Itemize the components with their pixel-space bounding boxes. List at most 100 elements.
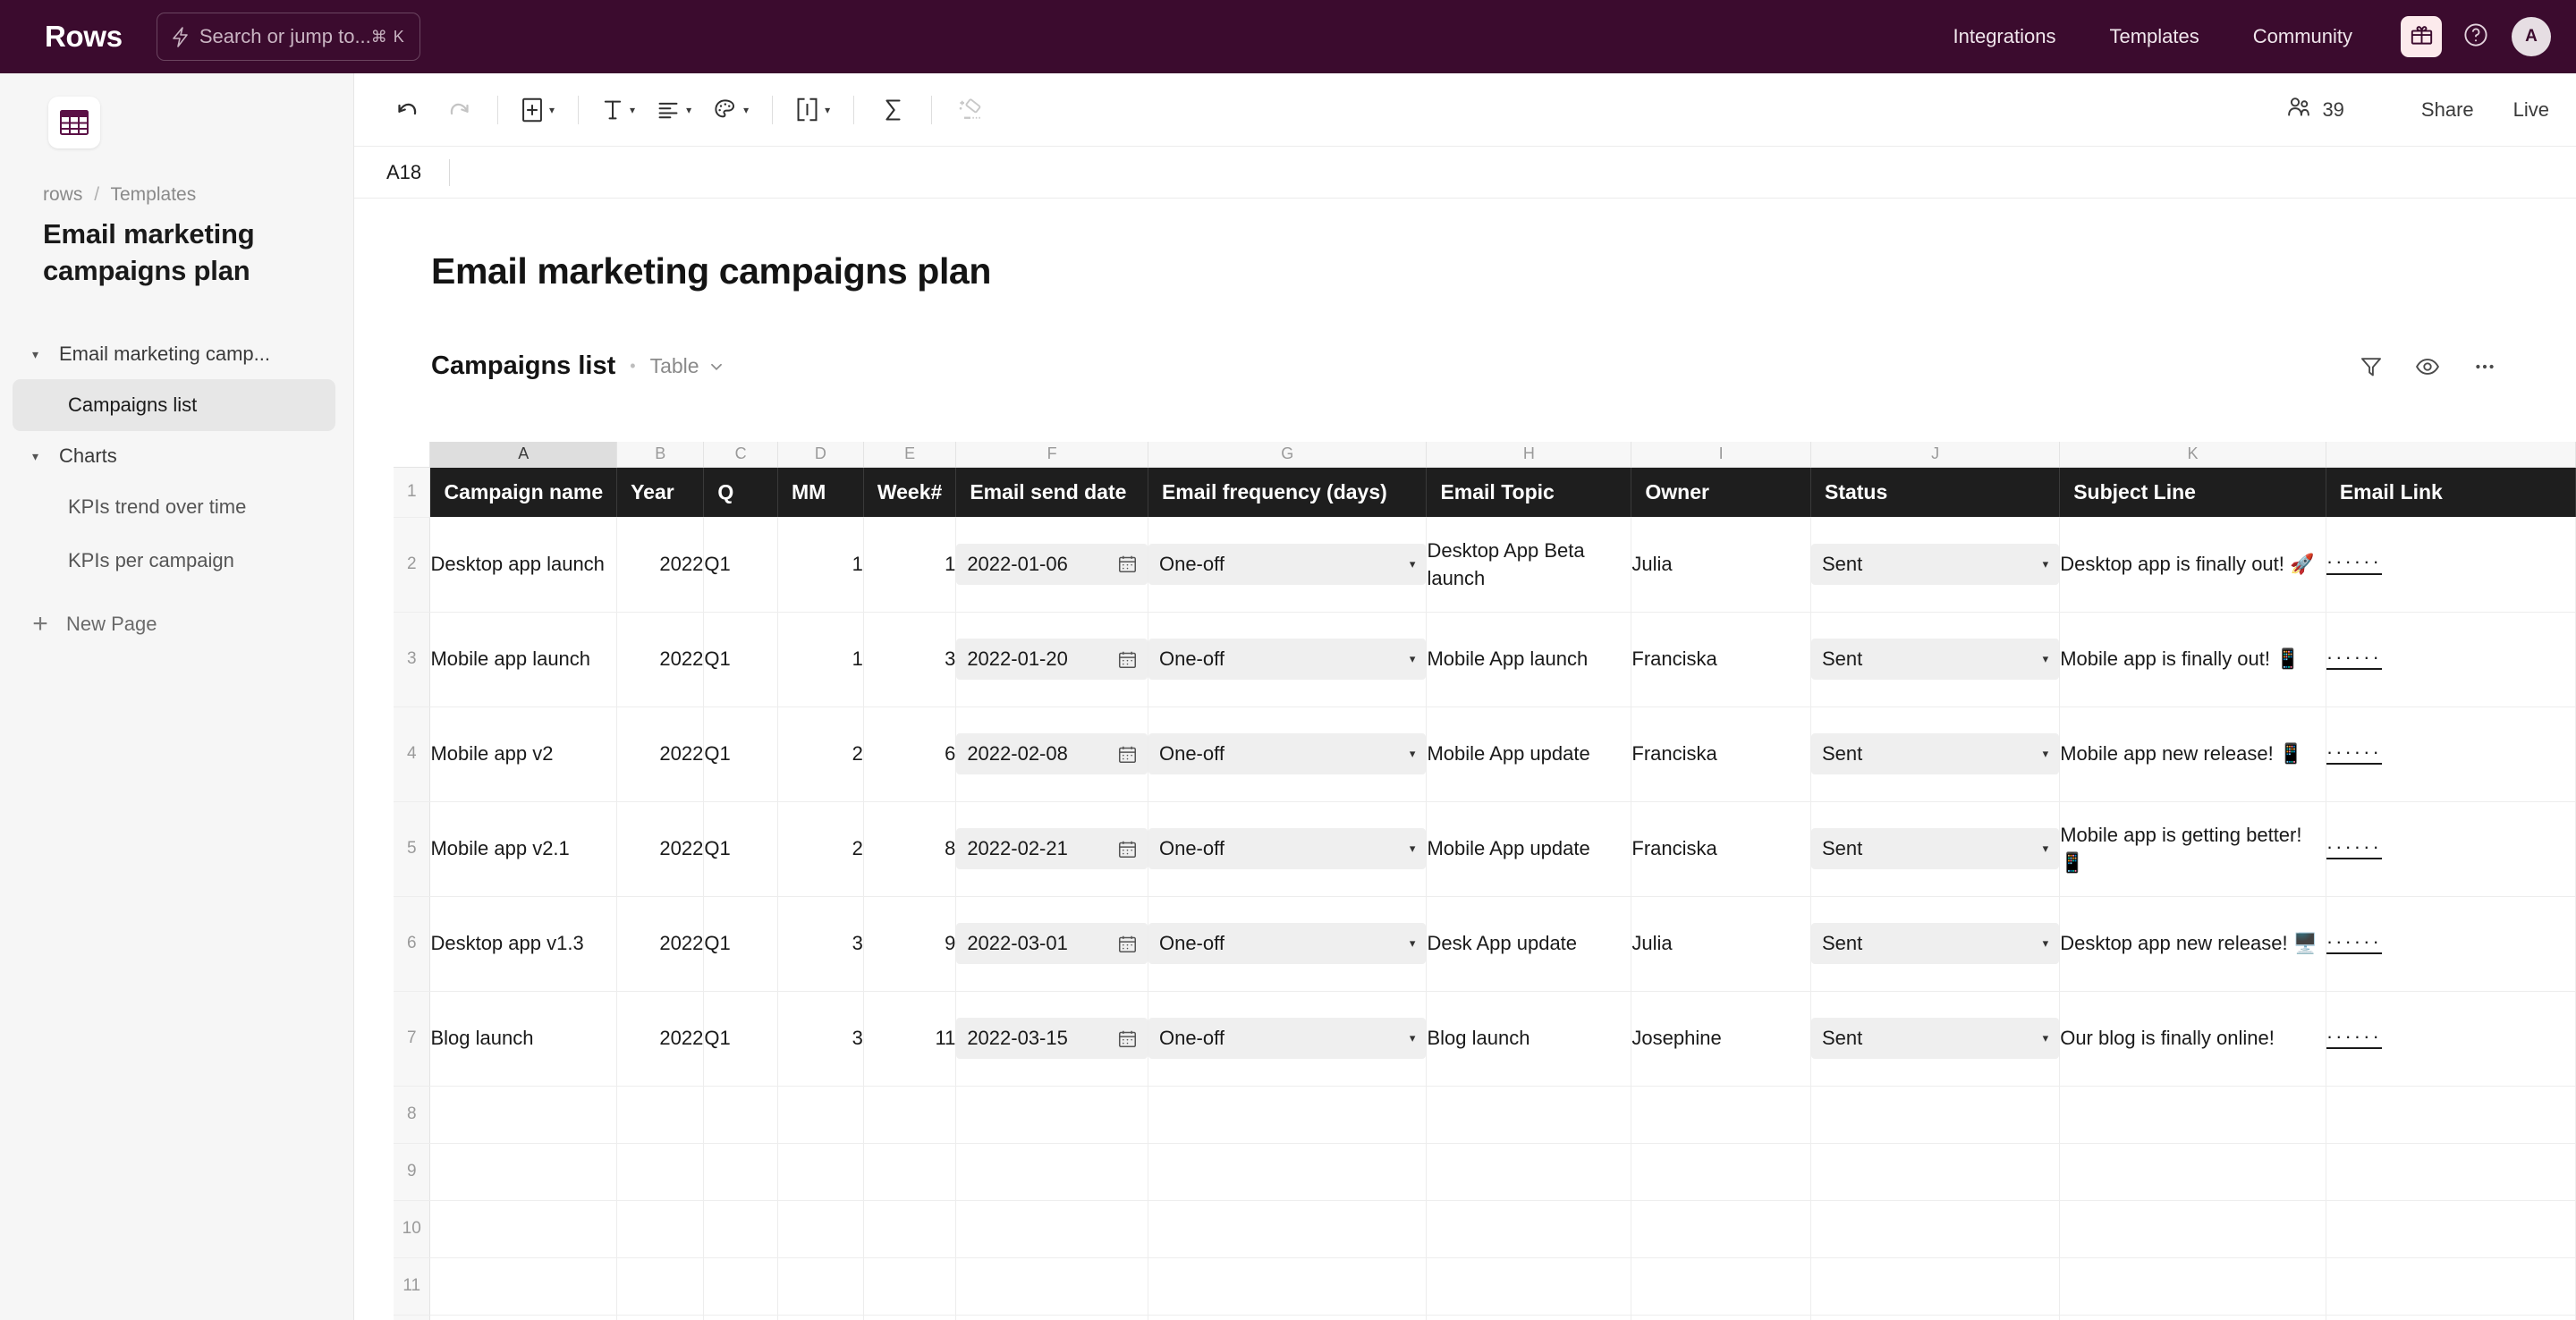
gift-button[interactable] xyxy=(2401,16,2442,57)
status-dropdown[interactable]: Sent ▾ xyxy=(1810,828,2059,869)
cell-empty[interactable] xyxy=(1631,1200,1811,1258)
cell-year[interactable]: 2022 xyxy=(616,801,705,897)
cell-empty[interactable] xyxy=(2326,1200,2576,1258)
column-header-i[interactable]: I xyxy=(1631,442,1811,468)
cell-empty[interactable] xyxy=(777,1315,864,1320)
cell-email-link[interactable]: ······ xyxy=(2326,801,2576,897)
date-picker[interactable]: 2022-01-20 xyxy=(956,639,1148,680)
row-number[interactable]: 6 xyxy=(394,896,431,992)
cell-email-topic[interactable]: Blog launch xyxy=(1426,991,1632,1087)
date-picker[interactable]: 2022-03-01 xyxy=(956,923,1148,964)
cell-empty[interactable] xyxy=(1426,1315,1632,1320)
cell-subject-line[interactable]: Mobile app is getting better! 📱 xyxy=(2059,801,2326,897)
cell-owner[interactable]: Josephine xyxy=(1631,991,1811,1087)
cell-empty[interactable] xyxy=(1148,1257,1428,1316)
cell-empty[interactable] xyxy=(1148,1143,1428,1201)
cell-empty[interactable] xyxy=(429,1257,618,1316)
sidebar-item-kpis-trend-over-time[interactable]: KPIs trend over time xyxy=(13,481,335,533)
sidebar-item-kpis-per-campaign[interactable]: KPIs per campaign xyxy=(13,535,335,587)
cell-empty[interactable] xyxy=(777,1200,864,1258)
cell-status[interactable]: Sent ▾ xyxy=(1810,707,2061,802)
cell-email-send-date[interactable]: 2022-01-20 xyxy=(955,612,1148,707)
cell-empty[interactable] xyxy=(1810,1086,2061,1144)
cell-year[interactable]: 2022 xyxy=(616,896,705,992)
frequency-dropdown[interactable]: One-off ▾ xyxy=(1148,923,1426,964)
cell-empty[interactable] xyxy=(955,1315,1148,1320)
email-link[interactable]: ······ xyxy=(2326,741,2382,766)
cell-campaign-name[interactable]: Mobile app v2 xyxy=(429,707,618,802)
cell-empty[interactable] xyxy=(429,1086,618,1144)
row-number[interactable]: 9 xyxy=(394,1143,431,1201)
cell-status[interactable]: Sent ▾ xyxy=(1810,801,2061,897)
nav-link-community[interactable]: Community xyxy=(2226,25,2379,48)
cell-empty[interactable] xyxy=(955,1086,1148,1144)
header-q[interactable]: Q xyxy=(703,467,779,517)
cell-owner[interactable]: Franciska xyxy=(1631,707,1811,802)
column-header-l[interactable] xyxy=(2326,442,2576,468)
undo-button[interactable] xyxy=(386,89,428,131)
column-header-j[interactable]: J xyxy=(1810,442,2061,468)
status-dropdown[interactable]: Sent ▾ xyxy=(1810,1018,2059,1059)
header-email-frequency[interactable]: Email frequency (days) xyxy=(1148,467,1428,517)
cell-owner[interactable]: Franciska xyxy=(1631,801,1811,897)
date-picker[interactable]: 2022-01-06 xyxy=(956,543,1148,585)
cell-q[interactable]: Q1 xyxy=(703,801,779,897)
cell-email-topic[interactable]: Desk App update xyxy=(1426,896,1632,992)
cell-empty[interactable] xyxy=(1148,1086,1428,1144)
palette-button[interactable]: ▾ xyxy=(708,89,754,131)
nav-link-templates[interactable]: Templates xyxy=(2082,25,2225,48)
cell-week[interactable]: 11 xyxy=(863,991,957,1087)
cell-email-send-date[interactable]: 2022-01-06 xyxy=(955,517,1148,613)
column-header-f[interactable]: F xyxy=(955,442,1148,468)
cell-subject-line[interactable]: Desktop app is finally out! 🚀 xyxy=(2059,517,2326,613)
cell-email-topic[interactable]: Mobile App update xyxy=(1426,801,1632,897)
date-picker[interactable]: 2022-02-08 xyxy=(956,733,1148,774)
cell-empty[interactable] xyxy=(2059,1143,2326,1201)
cell-owner[interactable]: Franciska xyxy=(1631,612,1811,707)
email-link[interactable]: ······ xyxy=(2326,931,2382,955)
cell-empty[interactable] xyxy=(703,1200,779,1258)
align-button[interactable]: ▾ xyxy=(651,89,697,131)
cell-empty[interactable] xyxy=(1148,1315,1428,1320)
frequency-dropdown[interactable]: One-off ▾ xyxy=(1148,1018,1426,1059)
status-dropdown[interactable]: Sent ▾ xyxy=(1810,543,2059,585)
frequency-dropdown[interactable]: One-off ▾ xyxy=(1148,733,1426,774)
date-picker[interactable]: 2022-03-15 xyxy=(956,1018,1148,1059)
cell-empty[interactable] xyxy=(616,1315,705,1320)
cell-email-link[interactable]: ······ xyxy=(2326,707,2576,802)
cell-empty[interactable] xyxy=(1810,1143,2061,1201)
filter-icon[interactable] xyxy=(2360,355,2383,378)
cell-reference[interactable]: A18 xyxy=(354,161,449,184)
cell-empty[interactable] xyxy=(2326,1315,2576,1320)
cell-campaign-name[interactable]: Desktop app v1.3 xyxy=(429,896,618,992)
cell-empty[interactable] xyxy=(863,1143,957,1201)
cell-email-topic[interactable]: Desktop App Beta launch xyxy=(1426,517,1632,613)
formula-input[interactable] xyxy=(450,147,2576,198)
row-number[interactable]: 12 xyxy=(394,1315,431,1320)
header-email-send-date[interactable]: Email send date xyxy=(955,467,1148,517)
cell-mm[interactable]: 1 xyxy=(777,517,864,613)
grid-corner[interactable] xyxy=(394,442,431,468)
insert-cell-button[interactable]: ▾ xyxy=(516,89,560,131)
new-page-button[interactable]: + New Page xyxy=(0,599,353,649)
cell-owner[interactable]: Julia xyxy=(1631,517,1811,613)
cell-mm[interactable]: 2 xyxy=(777,801,864,897)
cell-email-frequency[interactable]: One-off ▾ xyxy=(1148,896,1428,992)
cell-mm[interactable]: 1 xyxy=(777,612,864,707)
cell-empty[interactable] xyxy=(863,1257,957,1316)
header-week[interactable]: Week# xyxy=(863,467,957,517)
cell-empty[interactable] xyxy=(1631,1315,1811,1320)
cell-mm[interactable]: 3 xyxy=(777,991,864,1087)
cell-week[interactable]: 3 xyxy=(863,612,957,707)
column-header-c[interactable]: C xyxy=(703,442,779,468)
cell-q[interactable]: Q1 xyxy=(703,991,779,1087)
cell-campaign-name[interactable]: Desktop app launch xyxy=(429,517,618,613)
cell-empty[interactable] xyxy=(863,1086,957,1144)
sidebar-item-campaigns-list[interactable]: Campaigns list xyxy=(13,378,335,431)
cell-empty[interactable] xyxy=(1426,1143,1632,1201)
cell-empty[interactable] xyxy=(429,1143,618,1201)
eye-icon[interactable] xyxy=(2415,355,2440,378)
brand-logo[interactable]: Rows xyxy=(45,20,123,54)
column-header-k[interactable]: K xyxy=(2059,442,2326,468)
cell-mm[interactable]: 3 xyxy=(777,896,864,992)
